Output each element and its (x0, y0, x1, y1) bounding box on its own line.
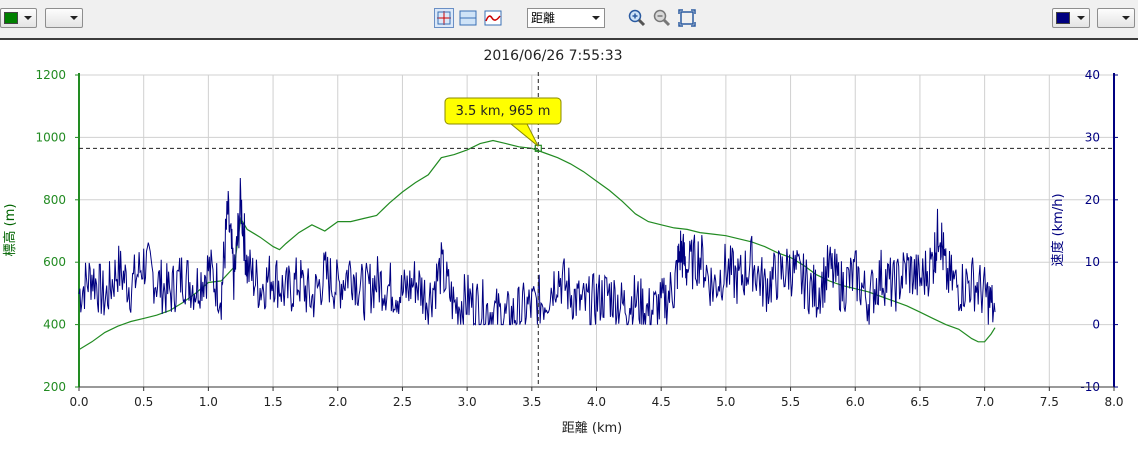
y-left-axis-label: 標高 (m) (2, 204, 18, 257)
y-left-tick-label: 400 (43, 318, 66, 332)
y-right-axis-label: 速度 (km/h) (1050, 193, 1066, 266)
x-axis-label: 距離 (km) (562, 421, 622, 436)
x-tick-label: 7.0 (975, 395, 994, 409)
y-right-tick-label: 20 (1085, 193, 1100, 207)
chart-svg[interactable]: 2016/06/26 7:55:33 0.0 0.5 1.0 1.5 2.0 2.5 3.0… (0, 40, 1138, 458)
series-layer (78, 139, 996, 351)
crosshair-icon[interactable] (434, 8, 454, 28)
x-tick-label: 5.0 (716, 395, 735, 409)
x-axis-select[interactable]: 距離 (527, 8, 605, 28)
x-tick-label: 3.5 (522, 395, 541, 409)
left-color-picker[interactable] (0, 8, 37, 28)
x-tick-label: 5.5 (781, 395, 800, 409)
right-series-dropdown[interactable] (1097, 8, 1135, 28)
x-tick-label: 2.5 (393, 395, 412, 409)
left-color-swatch (4, 12, 18, 24)
left-series-dropdown[interactable] (45, 8, 83, 28)
right-color-picker[interactable] (1052, 8, 1090, 28)
chart-title: 2016/06/26 7:55:33 (483, 48, 622, 64)
y-right-tick-label: 0 (1092, 318, 1100, 332)
chevron-down-icon (592, 16, 600, 20)
chevron-down-icon (1077, 16, 1085, 20)
x-tick-label: 0.0 (69, 395, 88, 409)
x-tick-label: 4.5 (652, 395, 671, 409)
x-tick-label: 1.5 (264, 395, 283, 409)
x-tick-label: 6.0 (846, 395, 865, 409)
y-left-tick-label: 1200 (35, 68, 66, 82)
y-left-tick-label: 1000 (35, 130, 66, 144)
grid-lines (78, 74, 1115, 388)
x-tick-label: 0.5 (134, 395, 153, 409)
x-tick-label: 6.5 (910, 395, 929, 409)
chevron-down-icon (70, 16, 78, 20)
y-right-tick-label: 30 (1085, 130, 1100, 144)
y-left-tick-label: 600 (43, 255, 66, 269)
y-left-tick-label: 200 (43, 380, 66, 394)
fit-icon[interactable] (677, 8, 697, 28)
x-tick-label: 4.0 (587, 395, 606, 409)
toolbar: 距離 (0, 0, 1138, 39)
chart-area[interactable]: 2016/06/26 7:55:33 0.0 0.5 1.0 1.5 2.0 2.5 3.0… (0, 40, 1138, 458)
horizontal-split-icon[interactable] (458, 8, 478, 28)
line-chart-icon[interactable] (483, 8, 503, 28)
chevron-down-icon (24, 16, 32, 20)
x-axis-select-value: 距離 (531, 11, 556, 25)
axes: 0.0 0.5 1.0 1.5 2.0 2.5 3.0 3.5 4.0 4.5 5.0 5.5 6.0 6… (35, 68, 1123, 409)
zoom-out-icon[interactable] (652, 8, 672, 28)
y-left-tick-label: 800 (43, 193, 66, 207)
x-tick-label: 3.0 (458, 395, 477, 409)
x-tick-label: 7.5 (1040, 395, 1059, 409)
x-tick-label: 8.0 (1104, 395, 1123, 409)
chevron-down-icon (1122, 16, 1130, 20)
right-color-swatch (1056, 12, 1070, 24)
cursor-tooltip-pointer (509, 123, 539, 147)
x-tick-label: 2.0 (328, 395, 347, 409)
cursor-tooltip-label: 3.5 km, 965 m (456, 104, 551, 119)
x-tick-label: 1.0 (199, 395, 218, 409)
y-right-tick-label: 10 (1085, 255, 1100, 269)
y-right-tick-label: 40 (1085, 68, 1100, 82)
zoom-in-icon[interactable] (627, 8, 647, 28)
